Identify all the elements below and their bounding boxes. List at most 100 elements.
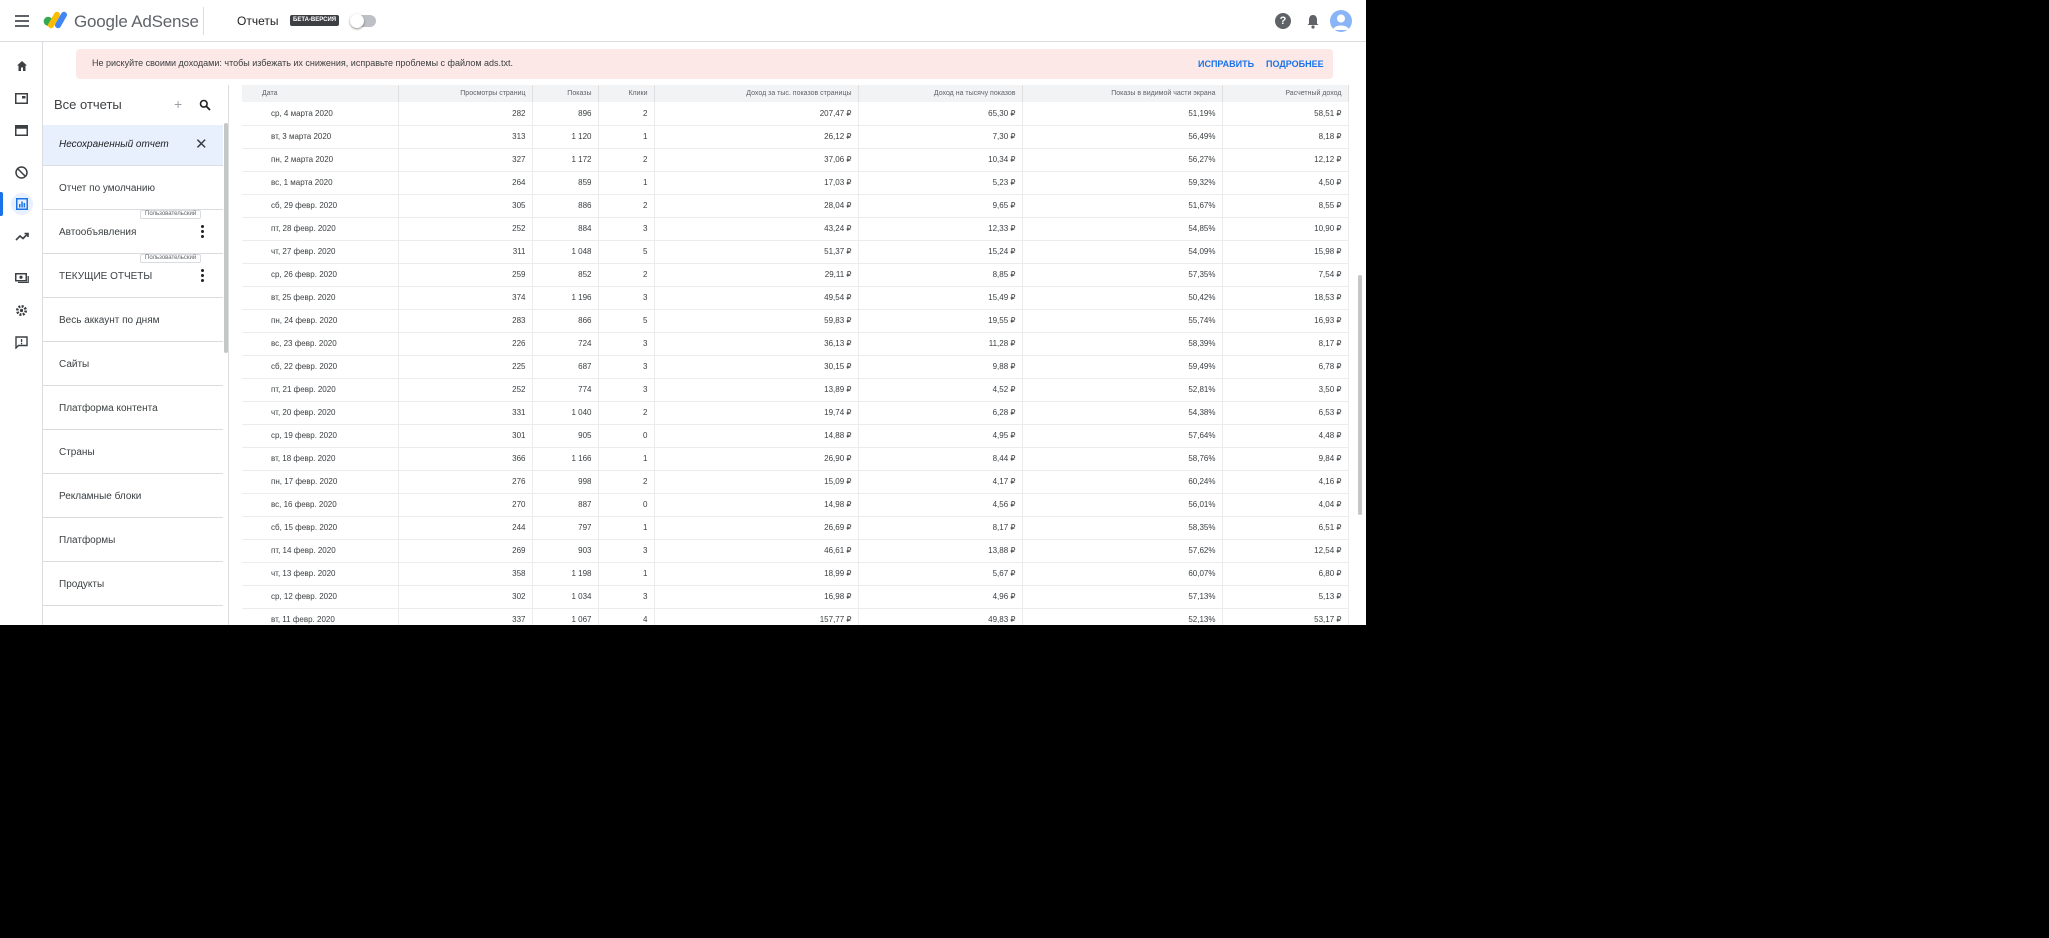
home-icon[interactable]	[0, 52, 43, 80]
column-header[interactable]: Доход на тысячу показов	[858, 85, 1023, 102]
table-cell: 252	[398, 378, 533, 402]
table-cell: 56,49%	[1022, 125, 1223, 149]
table-cell: 252	[398, 217, 533, 241]
fix-button[interactable]: ИСПРАВИТЬ	[1198, 59, 1254, 69]
table-cell: 374	[398, 286, 533, 310]
table-cell: 58,76%	[1022, 447, 1223, 471]
settings-icon[interactable]	[0, 296, 43, 324]
table-row: чт, 20 февр. 2020 331 1 040 2 19,74 ₽6,28 ₽5…	[242, 401, 1349, 425]
table-row: ср, 26 февр. 2020 259 852 2 29,11 ₽8,85 ₽57,…	[242, 263, 1349, 287]
table-cell: 1 120	[532, 125, 599, 149]
table-cell: вт, 18 февр. 2020	[242, 447, 399, 471]
sidebar-item-unsaved-report[interactable]: Несохраненный отчет ✕	[43, 125, 223, 166]
sidebar-item-label: Весь аккаунт по дням	[59, 315, 160, 326]
table-cell: 28,04 ₽	[654, 194, 859, 218]
table-cell: 65,30 ₽	[858, 102, 1023, 126]
table-cell: 18,53 ₽	[1222, 286, 1349, 310]
table-row: ср, 12 февр. 2020 302 1 034 3 16,98 ₽4,96 ₽5…	[242, 585, 1349, 609]
table-cell: 6,53 ₽	[1222, 401, 1349, 425]
sidebar-item-account-by-day[interactable]: Весь аккаунт по дням	[43, 301, 223, 342]
table-cell: 311	[398, 240, 533, 264]
sidebar-item-sites[interactable]: Сайты	[43, 345, 223, 386]
table-cell: 11,28 ₽	[858, 332, 1023, 356]
table-cell: 14,88 ₽	[654, 424, 859, 448]
sidebar-item-content-platform[interactable]: Платформа контента	[43, 389, 223, 430]
table-cell: 2	[598, 102, 655, 126]
table-cell: 19,74 ₽	[654, 401, 859, 425]
table-cell: 5	[598, 240, 655, 264]
table-cell: 18,99 ₽	[654, 562, 859, 586]
table-cell: 1 040	[532, 401, 599, 425]
table-cell: 6,80 ₽	[1222, 562, 1349, 586]
reports-sidebar: Все отчеты + Несохраненный отчет ✕ Отчет…	[43, 85, 229, 625]
column-header[interactable]: Расчетный доход	[1222, 85, 1349, 102]
table-cell: чт, 13 февр. 2020	[242, 562, 399, 586]
optimization-icon[interactable]	[0, 222, 43, 250]
table-row: пн, 24 февр. 2020 283 866 5 59,83 ₽19,55 ₽55…	[242, 309, 1349, 333]
table-cell: сб, 22 февр. 2020	[242, 355, 399, 379]
more-vert-icon[interactable]	[201, 225, 205, 239]
table-cell: 60,24%	[1022, 470, 1223, 494]
column-header[interactable]: Просмотры страниц	[398, 85, 533, 102]
table-cell: 1 198	[532, 562, 599, 586]
table-cell: 52,13%	[1022, 608, 1223, 625]
table-cell: вт, 25 февр. 2020	[242, 286, 399, 310]
close-icon[interactable]: ✕	[195, 135, 208, 153]
table-cell: 4,48 ₽	[1222, 424, 1349, 448]
table-scrollbar[interactable]	[1358, 275, 1362, 515]
block-icon[interactable]	[0, 158, 43, 186]
payments-icon[interactable]	[0, 264, 43, 292]
table-cell: 50,42%	[1022, 286, 1223, 310]
table-cell: 2	[598, 263, 655, 287]
sidebar-item-auto-ads[interactable]: Пользовательский Автообъявления	[43, 210, 223, 254]
learn-more-button[interactable]: ПОДРОБНЕЕ	[1266, 59, 1324, 69]
more-vert-icon[interactable]	[201, 269, 205, 283]
table-cell: 2	[598, 148, 655, 172]
table-cell: вс, 16 февр. 2020	[242, 493, 399, 517]
table-cell: 0	[598, 493, 655, 517]
sites-icon[interactable]	[0, 116, 43, 144]
table-cell: 270	[398, 493, 533, 517]
column-header[interactable]: Клики	[598, 85, 655, 102]
column-header[interactable]: Доход за тыс. показов страницы	[654, 85, 859, 102]
ads-icon[interactable]	[0, 84, 43, 112]
plus-icon[interactable]: +	[174, 96, 182, 112]
table-cell: 244	[398, 516, 533, 540]
sidebar-item-current-reports[interactable]: Пользовательский ТЕКУЩИЕ ОТЧЕТЫ	[43, 254, 223, 298]
avatar[interactable]	[1330, 10, 1352, 32]
table-cell: 6,28 ₽	[858, 401, 1023, 425]
column-header[interactable]: Показы	[532, 85, 599, 102]
sidebar-scrollbar[interactable]	[224, 123, 228, 353]
beta-toggle[interactable]	[350, 14, 376, 28]
table-cell: 15,49 ₽	[858, 286, 1023, 310]
sidebar-item-platforms[interactable]: Платформы	[43, 521, 223, 562]
table-cell: сб, 15 февр. 2020	[242, 516, 399, 540]
help-circle-icon[interactable]: ?	[1275, 13, 1291, 29]
table-cell: 4,56 ₽	[858, 493, 1023, 517]
table-cell: 0	[598, 424, 655, 448]
table-row: сб, 29 февр. 2020 305 886 2 28,04 ₽9,65 ₽51,…	[242, 194, 1349, 218]
table-cell: 58,35%	[1022, 516, 1223, 540]
sidebar-item-label: Отчет по умолчанию	[59, 183, 156, 194]
table-cell: 8,85 ₽	[858, 263, 1023, 287]
table-cell: 1	[598, 516, 655, 540]
reports-icon[interactable]	[0, 190, 43, 218]
sidebar-item-products[interactable]: Продукты	[43, 565, 223, 606]
table-cell: 10,34 ₽	[858, 148, 1023, 172]
sidebar-item-countries[interactable]: Страны	[43, 433, 223, 474]
table-cell: 26,69 ₽	[654, 516, 859, 540]
sidebar-item-default-report[interactable]: Отчет по умолчанию	[43, 169, 223, 210]
table-cell: 1 067	[532, 608, 599, 625]
table-cell: вс, 1 марта 2020	[242, 171, 399, 195]
table-cell: 8,44 ₽	[858, 447, 1023, 471]
menu-icon[interactable]	[15, 15, 29, 27]
table-row: сб, 22 февр. 2020 225 687 3 30,15 ₽9,88 ₽59,…	[242, 355, 1349, 379]
table-cell: 366	[398, 447, 533, 471]
search-icon[interactable]	[199, 99, 211, 111]
feedback-icon[interactable]	[0, 328, 43, 356]
column-header[interactable]: Показы в видимой части экрана	[1022, 85, 1223, 102]
sidebar-item-ad-units[interactable]: Рекламные блоки	[43, 477, 223, 518]
table-cell: 3	[598, 539, 655, 563]
bell-icon[interactable]	[1305, 13, 1321, 29]
column-header[interactable]: Дата	[242, 85, 399, 102]
